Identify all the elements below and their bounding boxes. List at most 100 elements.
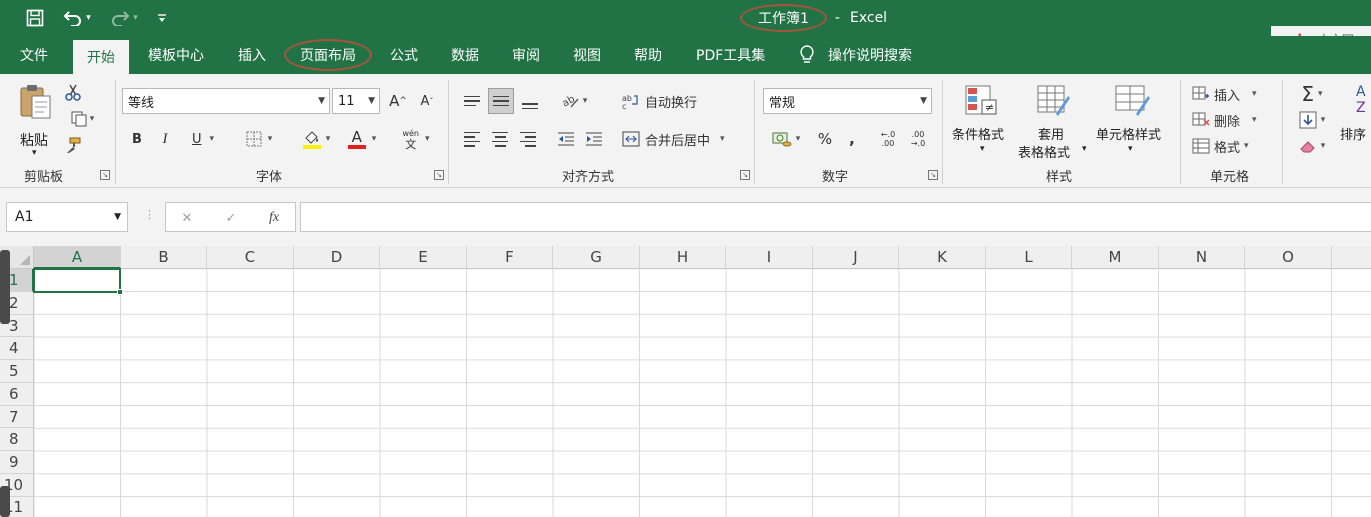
increase-decimal-button[interactable]: ←.0 .00 xyxy=(876,124,900,154)
decrease-decimal-button[interactable]: .00 →.0 xyxy=(906,124,930,154)
increase-indent-button[interactable] xyxy=(582,126,606,152)
bold-button[interactable]: B xyxy=(126,126,148,152)
save-icon[interactable] xyxy=(22,0,48,36)
row-header-7[interactable]: 7 xyxy=(0,406,34,428)
format-cells-button[interactable]: 格式 ▾ xyxy=(1192,134,1272,158)
number-launcher-icon[interactable]: ↘ xyxy=(928,170,938,180)
column-header-o[interactable]: O xyxy=(1245,246,1332,269)
conditional-formatting-button[interactable]: ≠ 条件格式 ▾ xyxy=(950,82,1016,162)
row-header-8[interactable]: 8 xyxy=(0,428,34,451)
number-format-select[interactable]: 常规 ▼ xyxy=(763,88,932,114)
underline-button[interactable]: U ▾ xyxy=(182,126,224,152)
delete-cells-button[interactable]: 删除 ▾ xyxy=(1192,108,1272,132)
decrease-indent-button[interactable] xyxy=(554,126,578,152)
column-header-d[interactable]: D xyxy=(294,246,380,269)
align-left-button[interactable] xyxy=(460,126,484,152)
italic-button[interactable]: I xyxy=(154,126,176,152)
orientation-button[interactable]: ab ▾ xyxy=(554,88,594,114)
tab-insert[interactable]: 插入 xyxy=(238,36,266,74)
cut-icon[interactable] xyxy=(62,82,84,104)
column-header-e[interactable]: E xyxy=(380,246,467,269)
clear-button[interactable]: ▾ xyxy=(1292,134,1332,158)
column-header-l[interactable]: L xyxy=(986,246,1072,269)
insert-cells-button[interactable]: 插入 ▾ xyxy=(1192,82,1272,106)
cell-area[interactable] xyxy=(34,269,1371,517)
sort-filter-button[interactable]: AZ 排序 xyxy=(1340,82,1371,162)
decrease-font-size-button[interactable]: Aˇ xyxy=(416,88,438,114)
column-header-b[interactable]: B xyxy=(121,246,207,269)
formula-input[interactable] xyxy=(300,202,1371,232)
comma-style-button[interactable]: , xyxy=(842,126,862,152)
accounting-format-button[interactable]: ▾ xyxy=(766,126,806,152)
align-top-button[interactable] xyxy=(460,88,484,114)
group-divider xyxy=(754,80,755,184)
column-header-g[interactable]: G xyxy=(553,246,640,269)
fill-handle[interactable] xyxy=(117,289,123,295)
cell-styles-button[interactable]: 单元格样式 ▾ xyxy=(1094,82,1172,162)
tab-templates[interactable]: 模板中心 xyxy=(148,36,204,74)
column-header-h[interactable]: H xyxy=(640,246,726,269)
tell-me-search[interactable]: 操作说明搜索 xyxy=(800,36,912,74)
column-header-i[interactable]: I xyxy=(726,246,813,269)
font-name-select[interactable]: 等线 ▼ xyxy=(122,88,330,114)
column-header-c[interactable]: C xyxy=(207,246,294,269)
percent-style-button[interactable]: % xyxy=(814,126,836,152)
column-header-k[interactable]: K xyxy=(899,246,986,269)
row-header-6[interactable]: 6 xyxy=(0,383,34,406)
undo-icon[interactable]: ▾ xyxy=(58,0,96,36)
tab-pdf-tools[interactable]: PDF工具集 xyxy=(696,36,765,74)
alignment-launcher-icon[interactable]: ↘ xyxy=(740,170,750,180)
tab-review[interactable]: 审阅 xyxy=(512,36,540,74)
paste-button[interactable]: 粘贴 ▾ xyxy=(18,82,58,158)
format-as-table-button[interactable]: 套用 表格格式 ▾ xyxy=(1016,82,1092,162)
column-header-p-partial[interactable] xyxy=(1332,246,1371,269)
sigma-icon: Σ xyxy=(1301,82,1315,106)
tab-file[interactable]: 文件 xyxy=(20,36,48,74)
row-header-4[interactable]: 4 xyxy=(0,337,34,360)
wrap-text-button[interactable]: ab c 自动换行 xyxy=(622,88,708,114)
align-center-button[interactable] xyxy=(488,126,512,152)
font-color-button[interactable]: A ▾ xyxy=(342,126,382,152)
fill-color-button[interactable]: ▾ xyxy=(294,126,338,152)
tab-help[interactable]: 帮助 xyxy=(634,36,662,74)
font-launcher-icon[interactable]: ↘ xyxy=(434,170,444,180)
formula-bar-splitter[interactable]: ⋮ xyxy=(144,208,155,221)
column-header-f[interactable]: F xyxy=(467,246,553,269)
tab-data[interactable]: 数据 xyxy=(451,36,479,74)
align-bottom-button[interactable] xyxy=(518,88,542,114)
name-box[interactable]: A1 ▼ xyxy=(6,202,128,232)
ribbon: 粘贴 ▾ ▾ 剪贴板 ↘ 等线 ▼ 11 ▼ A ^ Aˇ B I U ▾ ▾ ▾ xyxy=(0,74,1371,188)
increase-font-size-button[interactable]: A ^ xyxy=(387,88,409,114)
borders-button[interactable]: ▾ xyxy=(238,126,280,152)
merge-center-button[interactable]: 合并后居中 ▾ xyxy=(622,126,744,152)
cancel-icon[interactable]: ✕ xyxy=(176,207,198,229)
column-header-a[interactable]: A xyxy=(34,246,121,269)
column-header-n[interactable]: N xyxy=(1159,246,1245,269)
row-header-9[interactable]: 9 xyxy=(0,451,34,474)
customize-quick-access-icon[interactable] xyxy=(152,0,172,36)
format-painter-icon[interactable] xyxy=(62,134,84,156)
fill-button[interactable]: ▾ xyxy=(1292,108,1332,132)
wrap-text-icon: abc xyxy=(622,94,638,109)
phonetic-guide-button[interactable]: wén 文 ▾ xyxy=(396,124,436,154)
column-header-m[interactable]: M xyxy=(1072,246,1159,269)
font-size-select[interactable]: 11 ▼ xyxy=(332,88,380,114)
tab-view[interactable]: 视图 xyxy=(573,36,601,74)
column-header-j[interactable]: J xyxy=(813,246,899,269)
clipboard-launcher-icon[interactable]: ↘ xyxy=(100,170,110,180)
enter-icon[interactable]: ✓ xyxy=(220,207,242,229)
active-cell-a1[interactable] xyxy=(33,268,121,293)
align-right-button[interactable] xyxy=(516,126,540,152)
tab-page-layout[interactable]: 页面布局 xyxy=(284,36,372,74)
tab-home[interactable]: 开始 xyxy=(73,40,129,74)
insert-function-icon[interactable]: fx xyxy=(262,207,286,229)
row-header-5[interactable]: 5 xyxy=(0,360,34,383)
autosum-button[interactable]: Σ ▾ xyxy=(1292,82,1332,106)
insert-cells-label: 插入 xyxy=(1214,88,1241,104)
undo-dropdown-icon[interactable]: ▾ xyxy=(86,13,91,23)
copy-icon[interactable]: ▾ xyxy=(62,108,102,130)
tab-formulas[interactable]: 公式 xyxy=(390,36,418,74)
merge-center-label: 合并后居中 xyxy=(645,133,711,149)
align-middle-button[interactable] xyxy=(488,88,514,114)
currency-icon xyxy=(772,132,792,147)
